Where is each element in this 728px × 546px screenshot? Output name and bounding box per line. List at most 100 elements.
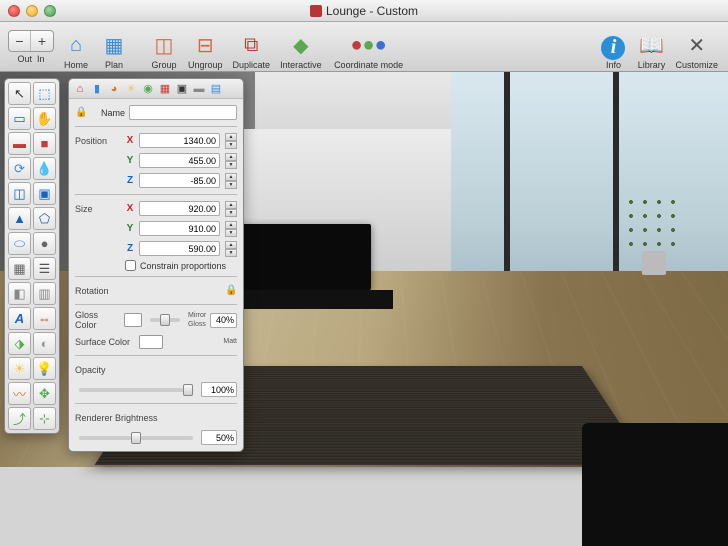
opacity-label: Opacity (75, 365, 121, 375)
axis-z-label: Z (125, 175, 135, 186)
inspector-chart-icon[interactable]: ▮ (90, 82, 104, 96)
size-y-stepper[interactable]: ▲▼ (225, 221, 237, 236)
gloss-slider[interactable] (150, 318, 180, 322)
zoom-in-label: In (37, 54, 45, 64)
lock-icon[interactable]: 🔒 (75, 107, 87, 119)
bulb-tool[interactable]: 💡 (33, 357, 56, 380)
hand-tool[interactable]: ✋ (33, 107, 56, 130)
surface-color-swatch[interactable] (139, 335, 163, 349)
size-label: Size (75, 204, 121, 214)
gloss-pct-field[interactable] (210, 313, 237, 328)
sphere-tool[interactable]: ● (33, 232, 56, 255)
pentagon-tool[interactable]: ⬠ (33, 207, 56, 230)
eyedropper-tool[interactable]: 💧 (33, 157, 56, 180)
opacity-pct-field[interactable] (201, 382, 237, 397)
name-field[interactable] (129, 105, 237, 120)
inspector-wall-icon[interactable]: ▬ (192, 82, 206, 96)
grid-tool[interactable]: ▦ (8, 257, 31, 280)
inspector-light-icon[interactable]: ☀ (124, 82, 138, 96)
position-x-stepper[interactable]: ▲▼ (225, 133, 237, 148)
light-tool[interactable]: ☀ (8, 357, 31, 380)
triangle-tool[interactable]: ▲ (8, 207, 31, 230)
stairs-tool[interactable]: ☰ (33, 257, 56, 280)
position-y-stepper[interactable]: ▲▼ (225, 153, 237, 168)
roof-tool[interactable]: ⬗ (8, 332, 31, 355)
zoom-out-button[interactable]: − (9, 31, 31, 51)
node-tool[interactable]: ⊹ (33, 407, 56, 430)
sofa-object (582, 423, 728, 546)
cylinder-tool[interactable]: ⬭ (8, 232, 31, 255)
rotation-label: Rotation (75, 286, 121, 296)
window-tool[interactable]: ◫ (8, 182, 31, 205)
path-tool[interactable]: ⤴ (8, 407, 31, 430)
cube-tool[interactable]: ◧ (8, 282, 31, 305)
plan-button[interactable]: ▦Plan (96, 24, 132, 70)
ungroup-button[interactable]: ⊟Ungroup (184, 24, 227, 70)
position-y-field[interactable] (139, 153, 220, 168)
close-window-button[interactable] (8, 5, 20, 17)
move-tool[interactable]: ✥ (33, 382, 56, 405)
select-tool[interactable]: ⬚ (33, 82, 56, 105)
document-icon (310, 5, 322, 17)
brightness-slider[interactable] (79, 436, 193, 440)
inspector-toolbar: ⌂ ▮ ◕ ☀ ◉ ▦ ▣ ▬ ▤ (69, 79, 243, 99)
window-title: Lounge - Custom (326, 4, 418, 18)
customize-button[interactable]: ✕Customize (671, 24, 722, 70)
brightness-pct-field[interactable] (201, 430, 237, 445)
position-x-field[interactable] (139, 133, 220, 148)
zoom-window-button[interactable] (44, 5, 56, 17)
inspector-paint-icon[interactable]: ◕ (107, 82, 121, 96)
inspector-film-icon[interactable]: ▤ (209, 82, 223, 96)
duplicate-button[interactable]: ⧉Duplicate (229, 24, 275, 70)
group-button[interactable]: ◫Group (146, 24, 182, 70)
size-z-field[interactable] (139, 241, 220, 256)
position-z-field[interactable] (139, 173, 220, 188)
coordinate-mode-button[interactable]: ●●●Coordinate mode (328, 24, 410, 70)
text-tool[interactable]: A (8, 307, 31, 330)
group-icon: ◫ (150, 32, 178, 60)
minimize-window-button[interactable] (26, 5, 38, 17)
rotation-lock-icon[interactable]: 🔒 (225, 285, 237, 297)
size-y-field[interactable] (139, 221, 220, 236)
coordinate-icon: ●●● (355, 32, 383, 60)
position-z-stepper[interactable]: ▲▼ (225, 173, 237, 188)
rotate-tool[interactable]: ⟳ (8, 157, 31, 180)
inspector-camera-icon[interactable]: ▣ (175, 82, 189, 96)
interactive-icon: ◆ (287, 32, 315, 60)
pointer-tool[interactable]: ↖ (8, 82, 31, 105)
inspector-home-icon[interactable]: ⌂ (73, 82, 87, 96)
home-button[interactable]: ⌂Home (58, 24, 94, 70)
fill-rect-tool[interactable]: ■ (33, 132, 56, 155)
main-toolbar: − + Out In ⌂Home ▦Plan ◫Group ⊟Ungroup ⧉… (0, 22, 728, 72)
constrain-label: Constrain proportions (140, 261, 226, 271)
measure-tool[interactable]: ⇔ (33, 307, 56, 330)
gloss-color-swatch[interactable] (124, 313, 142, 327)
ungroup-icon: ⊟ (191, 32, 219, 60)
panel-tool[interactable]: ▥ (33, 282, 56, 305)
size-z-stepper[interactable]: ▲▼ (225, 241, 237, 256)
door-tool[interactable]: ▣ (33, 182, 56, 205)
name-label: Name (101, 108, 125, 118)
constrain-checkbox[interactable] (125, 260, 136, 271)
inspector-globe-icon[interactable]: ◉ (141, 82, 155, 96)
zoom-in-button[interactable]: + (31, 31, 53, 51)
window-titlebar: Lounge - Custom (0, 0, 728, 22)
axis-x-label: X (125, 135, 135, 146)
material-tool[interactable]: ◐ (33, 332, 56, 355)
position-label: Position (75, 136, 121, 146)
opacity-slider[interactable] (79, 388, 193, 392)
info-button[interactable]: iInfo (595, 24, 631, 70)
plan-icon: ▦ (100, 32, 128, 60)
rect-tool[interactable]: ▬ (8, 132, 31, 155)
axis-y-label: Y (125, 155, 135, 166)
tool-palette: ↖ ⬚ ▭ ✋ ▬ ■ ⟳ 💧 ◫ ▣ ▲ ⬠ ⬭ ● ▦ ☰ ◧ ▥ A ⇔ … (4, 78, 60, 434)
library-button[interactable]: 📖Library (633, 24, 669, 70)
brightness-label: Renderer Brightness (75, 413, 185, 423)
inspector-layers-icon[interactable]: ▦ (158, 82, 172, 96)
size-x-field[interactable] (139, 201, 220, 216)
curve-tool[interactable]: 〰 (8, 382, 31, 405)
size-x-stepper[interactable]: ▲▼ (225, 201, 237, 216)
wall-tool[interactable]: ▭ (8, 107, 31, 130)
interactive-button[interactable]: ◆Interactive (276, 24, 326, 70)
tv-object (240, 224, 371, 290)
